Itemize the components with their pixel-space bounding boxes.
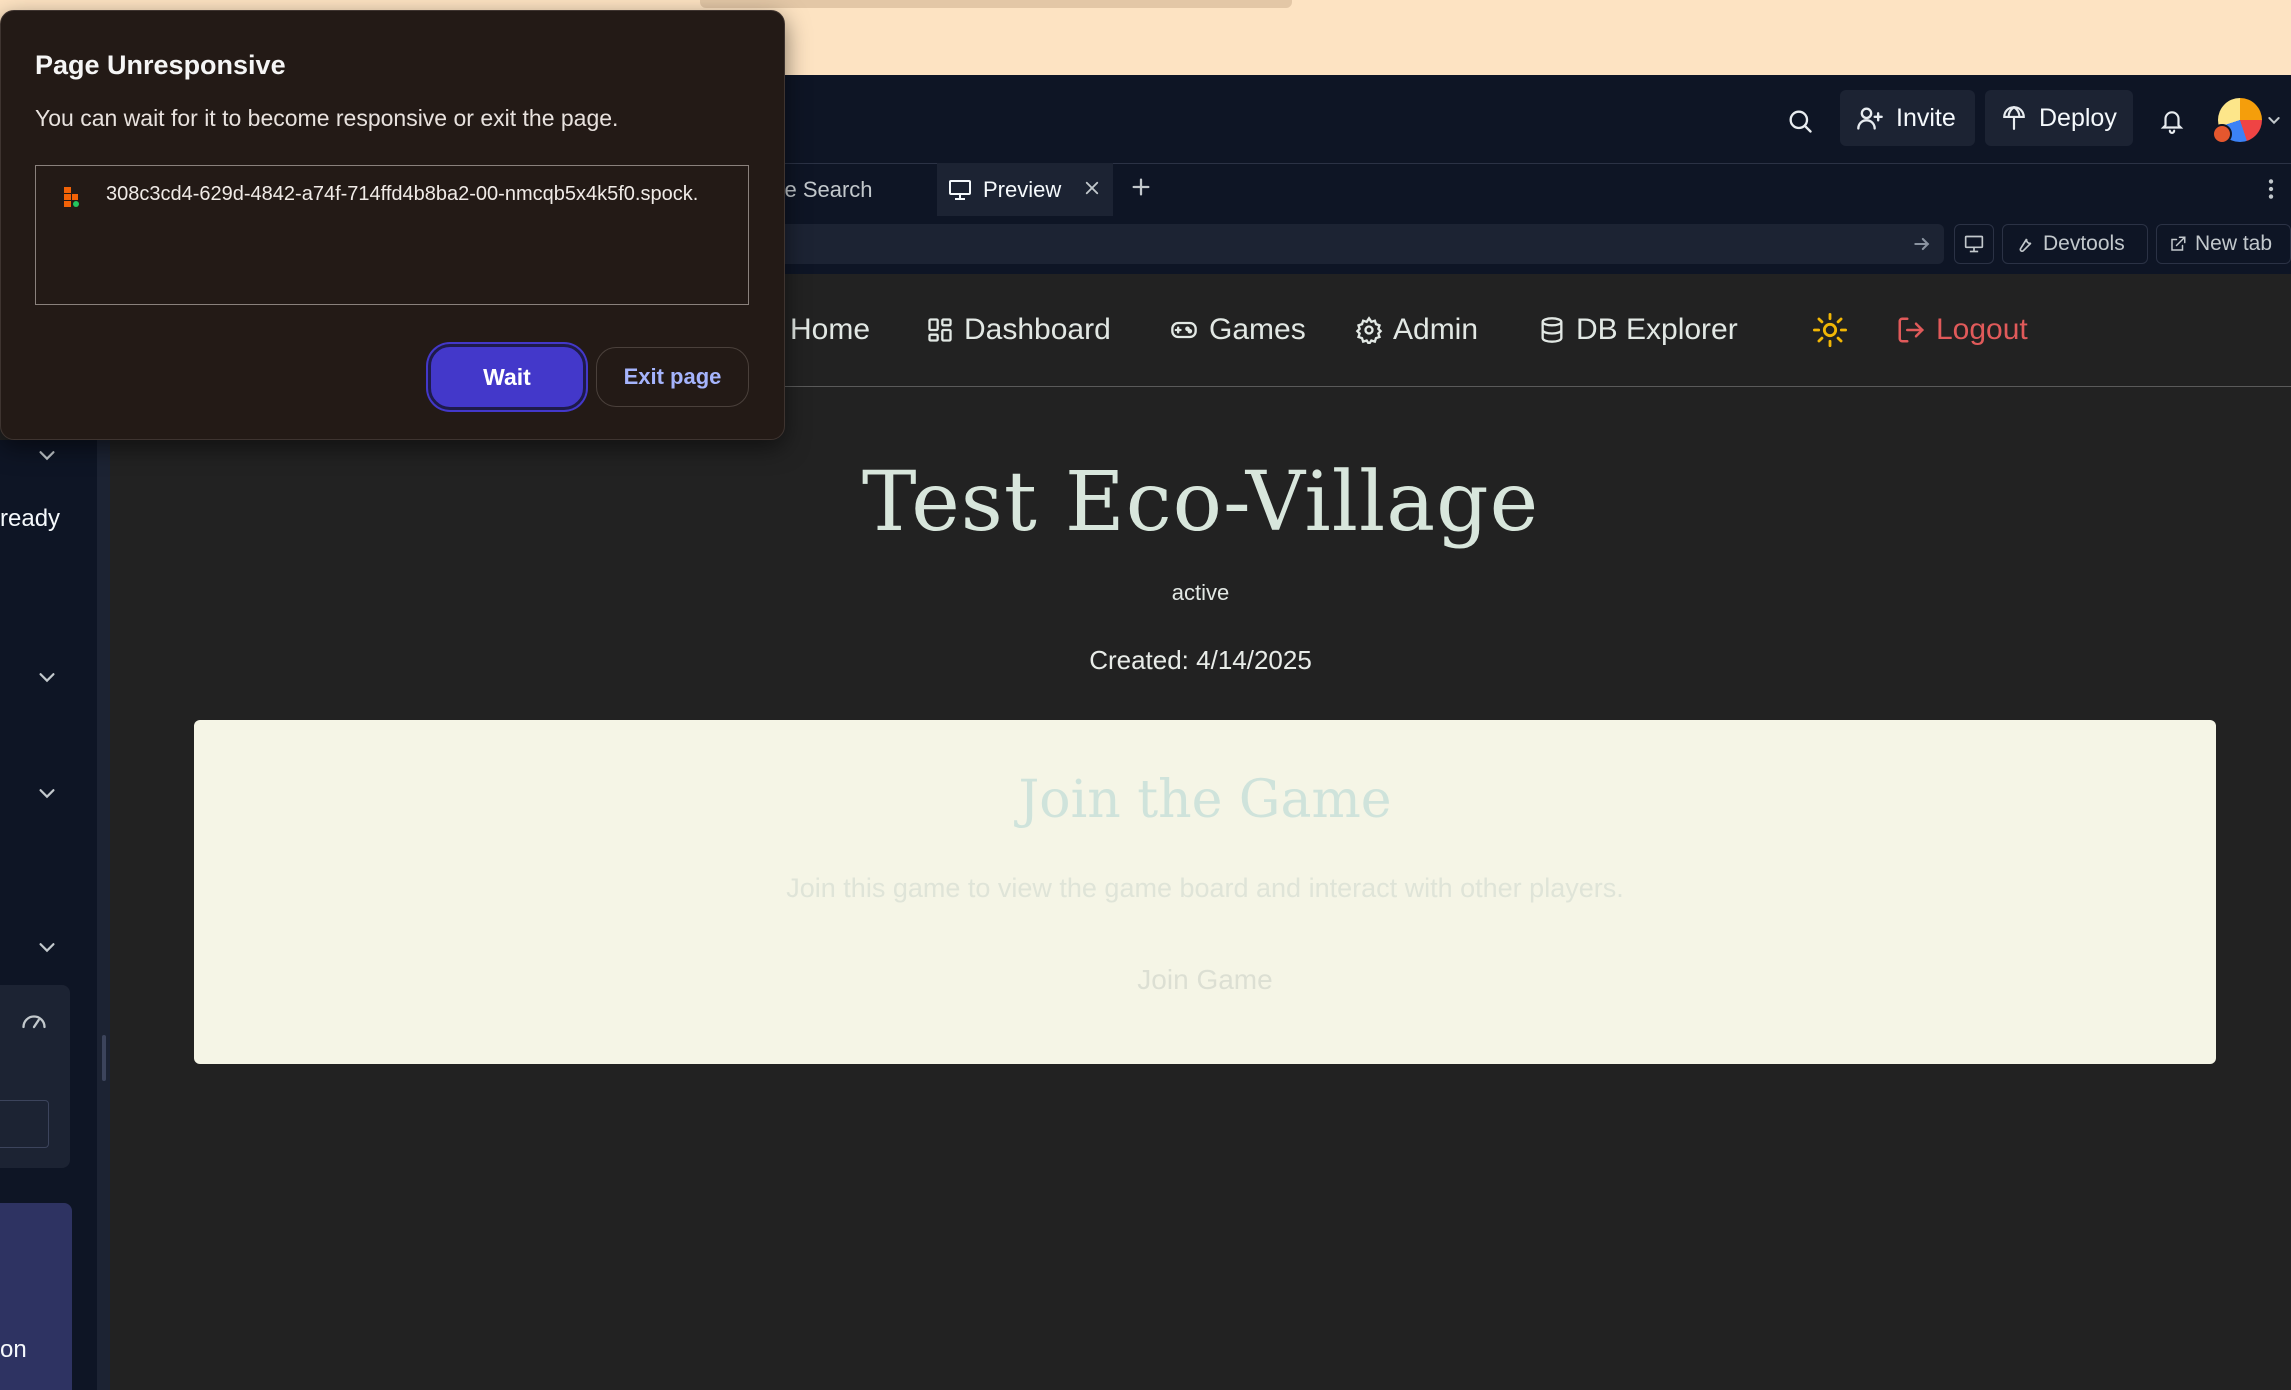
- invite-label: Invite: [1896, 103, 1956, 132]
- devtools-label: Devtools: [2043, 232, 2125, 255]
- chevron-down-icon[interactable]: [36, 782, 58, 804]
- nav-label: Dashboard: [964, 313, 1111, 346]
- join-description: Join this game to view the game board an…: [786, 873, 1624, 903]
- dashboard-icon: [926, 316, 954, 344]
- nav-label: DB Explorer: [1576, 313, 1738, 346]
- replit-favicon-icon: [62, 186, 82, 208]
- nav-dashboard[interactable]: Dashboard: [926, 308, 1111, 352]
- chevron-down-icon[interactable]: [36, 666, 58, 688]
- game-title: Test Eco-Village: [861, 455, 1540, 550]
- nav-logout[interactable]: Logout: [1896, 308, 2028, 352]
- dialog-message: You can wait for it to become responsive…: [35, 105, 619, 131]
- dialog-page-url: 308c3cd4-629d-4842-a74f-714ffd4b8ba2-00-…: [106, 183, 699, 205]
- chevron-down-icon[interactable]: [2266, 112, 2282, 128]
- resize-handle[interactable]: [102, 1035, 106, 1081]
- join-title: Join the Game: [1018, 770, 1392, 830]
- wrench-icon: [2015, 234, 2035, 254]
- deploy-label: Deploy: [2039, 103, 2117, 132]
- wait-button[interactable]: Wait: [428, 344, 586, 410]
- monitor-icon: [947, 178, 973, 202]
- sidebar-ready-text: ready: [0, 505, 61, 532]
- sun-icon[interactable]: [1813, 313, 1847, 347]
- gamepad-icon: [1169, 316, 1199, 344]
- sidebar-resize-edge: [97, 440, 110, 1390]
- game-status: active: [1171, 580, 1230, 605]
- devtools-button[interactable]: Devtools: [2002, 224, 2148, 264]
- sidebar-bottom-text: on: [0, 1336, 27, 1363]
- new-tab-button[interactable]: New tab: [2156, 224, 2291, 264]
- tab-label: Preview: [983, 176, 1062, 202]
- sidebar-input[interactable]: [0, 1100, 49, 1148]
- tab-preview[interactable]: Preview: [937, 163, 1113, 216]
- close-icon[interactable]: [1083, 179, 1101, 197]
- join-game-button[interactable]: Join Game: [1080, 958, 1330, 1002]
- gauge-icon[interactable]: [20, 1008, 48, 1032]
- new-tab-label: New tab: [2195, 232, 2273, 255]
- invite-button[interactable]: Invite: [1840, 90, 1975, 146]
- nav-db-explorer[interactable]: DB Explorer: [1538, 308, 1738, 352]
- exit-page-button[interactable]: Exit page: [596, 347, 749, 407]
- chevron-down-icon[interactable]: [36, 444, 58, 466]
- url-input[interactable]: [760, 224, 1944, 264]
- nav-label: Home: [790, 313, 871, 346]
- more-options-icon[interactable]: [2264, 176, 2278, 202]
- nav-label: Admin: [1393, 313, 1479, 346]
- nav-admin[interactable]: Admin: [1355, 308, 1478, 352]
- nav-games[interactable]: Games: [1169, 308, 1306, 352]
- gear-icon: [1355, 316, 1383, 344]
- external-link-icon: [2169, 235, 2187, 253]
- logout-icon: [1896, 315, 1926, 345]
- dialog-title: Page Unresponsive: [35, 50, 286, 80]
- nav-label: Logout: [1936, 313, 2028, 346]
- database-icon: [1538, 315, 1566, 345]
- search-icon[interactable]: [1783, 104, 1817, 138]
- plus-icon[interactable]: [1130, 176, 1152, 198]
- nav-label: Games: [1209, 313, 1306, 346]
- avatar-badge: [2212, 124, 2232, 144]
- bell-icon[interactable]: [2155, 104, 2189, 138]
- nav-home[interactable]: Home: [790, 308, 870, 352]
- deploy-button[interactable]: Deploy: [1985, 90, 2133, 146]
- monitor-icon: [1964, 234, 1984, 254]
- invite-icon: [1856, 104, 1884, 132]
- deploy-icon: [2001, 105, 2027, 131]
- game-created-date: Created: 4/14/2025: [1089, 645, 1312, 675]
- chevron-down-icon[interactable]: [36, 936, 58, 958]
- arrow-right-icon[interactable]: [1912, 234, 1932, 254]
- screen-size-button[interactable]: [1954, 224, 1994, 264]
- banner-scrollbar[interactable]: [700, 0, 1292, 8]
